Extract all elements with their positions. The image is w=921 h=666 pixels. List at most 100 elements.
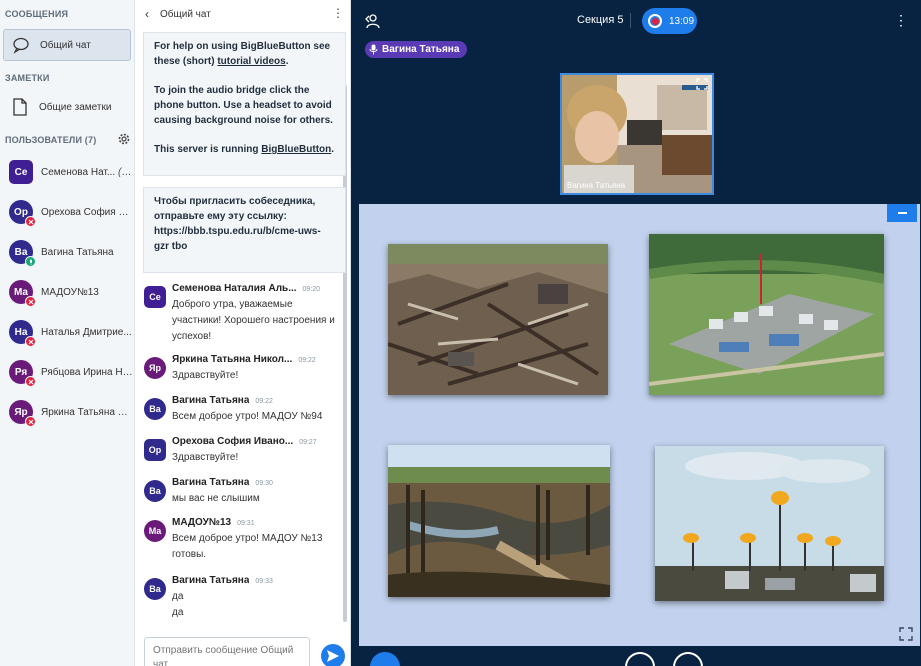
shared-notes-label: Общие заметки [39, 101, 112, 113]
message-text: мы вас не слышим [172, 493, 260, 504]
fullscreen-icon[interactable] [899, 627, 913, 641]
user-name: Орехова София И... [41, 207, 133, 218]
more-options-icon[interactable]: ⋮ [894, 11, 908, 29]
avatar: На [9, 320, 36, 347]
muted-microphone-icon [25, 336, 36, 347]
user-list-panel: СООБЩЕНИЯ Общий чат ЗАМЕТКИ Общие заметк… [0, 0, 135, 666]
chat-message: Ва Вагина Татьяна 09:30 мы вас не слышим [144, 477, 340, 511]
help-text-end: . [285, 56, 289, 67]
server-text: This server is running [154, 144, 262, 155]
toggle-userlist-icon[interactable] [364, 13, 380, 29]
slide-image-trash [388, 244, 608, 395]
avatar-initials: На [14, 326, 28, 338]
user-list-item[interactable]: Яр Яркина Татьяна Ш... [0, 397, 135, 427]
avatar: Яр [9, 400, 36, 427]
muted-microphone-icon [25, 416, 36, 427]
message-header: Вагина Татьяна 09:22 [172, 395, 273, 406]
recording-time: 13:09 [669, 15, 695, 27]
more-options-icon[interactable]: ⋮ [332, 6, 344, 20]
webcam-video[interactable]: Вагина Татьяна [560, 73, 714, 195]
avatar: Ма [9, 280, 36, 307]
chat-icon [10, 34, 32, 56]
talking-indicator[interactable]: Вагина Татьяна [365, 41, 468, 58]
user-list-item[interactable]: Ва Вагина Татьяна [0, 237, 135, 267]
message-header: Вагина Татьяна 09:30 [172, 477, 273, 488]
user-name: Яркина Татьяна Ш... [41, 407, 133, 418]
minus-icon [897, 212, 907, 214]
user-list-item[interactable]: Ма МАДОУ№13 [0, 277, 135, 307]
tutorial-videos-link[interactable]: tutorial videos [217, 56, 285, 67]
chat-message: Ва Вагина Татьяна 09:22 Всем доброе утро! М… [144, 395, 340, 429]
public-chat-item[interactable]: Общий чат [3, 29, 131, 61]
avatar-initials: Ва [14, 246, 28, 258]
talker-name: Вагина Татьяна [382, 44, 460, 55]
user-name-text: Наталья Дмитрие... [41, 326, 132, 338]
message-input[interactable] [144, 637, 310, 666]
chat-panel: ‹ Общий чат ⋮ For help on using BigBlueB… [135, 0, 351, 666]
shared-notes-item[interactable]: Общие заметки [3, 91, 131, 123]
message-author: Орехова София Ивано... [172, 436, 294, 447]
avatar-initials: Ма [13, 286, 28, 298]
microphone-icon [369, 44, 378, 55]
user-name: Семенова Нат... (Вы) [41, 167, 133, 178]
message-author: Вагина Татьяна [172, 575, 250, 586]
user-name: Вагина Татьяна [41, 247, 133, 258]
send-button[interactable] [321, 644, 345, 666]
muted-microphone-icon [25, 376, 36, 387]
user-list-item[interactable]: Ря Рябцова Ирина Ни... [0, 357, 135, 387]
microphone-button[interactable] [625, 652, 655, 666]
muted-microphone-icon [25, 216, 36, 227]
message-author: Семенова Наталия Аль... [172, 283, 297, 294]
users-section-title: ПОЛЬЗОВАТЕЛИ (7) [5, 135, 97, 145]
minimize-presentation-button[interactable] [887, 204, 917, 222]
header-divider [630, 13, 631, 28]
recording-button[interactable]: 13:09 [642, 8, 697, 34]
avatar-initials: Ор [14, 206, 28, 218]
avatar: Ор [9, 200, 36, 227]
user-list-item[interactable]: Се Семенова Нат... (Вы) [0, 157, 135, 187]
webcam-user-name: Вагина Татьяна [567, 181, 626, 190]
chevron-left-icon[interactable]: ‹ [145, 7, 157, 21]
message-text: Всем доброе утро! МАДОУ №94 [172, 411, 323, 422]
invite-text: Чтобы пригласить собеседника, отправьте … [154, 196, 321, 252]
record-icon [648, 14, 662, 28]
user-name-text: Рябцова Ирина Ни... [41, 366, 133, 378]
user-name-text: Семенова Нат... [41, 166, 116, 178]
message-header: Семенова Наталия Аль... 09:20 [172, 283, 320, 294]
slide-image-oilfield [649, 234, 884, 395]
gear-icon[interactable] [117, 132, 131, 146]
chat-message: Ор Орехова София Ивано... 09:27 Здравствуйт… [144, 436, 340, 470]
user-name: Наталья Дмитрие... [41, 327, 133, 338]
avatar: Ва [9, 240, 36, 267]
presentation-slide[interactable] [359, 204, 920, 646]
welcome-message: For help on using BigBlueButton see thes… [143, 32, 346, 176]
message-time: 09:31 [237, 520, 255, 527]
message-text: Всем доброе утро! МАДОУ №13 готовы. [172, 533, 323, 560]
message-text: Здравствуйте! [172, 370, 239, 381]
microphone-icon [25, 256, 36, 267]
avatar: Се [9, 160, 33, 184]
public-chat-label: Общий чат [40, 39, 91, 51]
message-author: Вагина Татьяна [172, 477, 250, 488]
user-list-item[interactable]: На Наталья Дмитрие... [0, 317, 135, 347]
message-header: Яркина Татьяна Никол... 09:22 [172, 354, 316, 365]
actions-button[interactable] [370, 652, 400, 666]
expand-icon[interactable] [696, 78, 708, 90]
user-list-item[interactable]: Ор Орехова София И... [0, 197, 135, 227]
user-name: Рябцова Ирина Ни... [41, 367, 133, 378]
avatar-initials: Яр [14, 406, 28, 418]
message-author: Вагина Татьяна [172, 395, 250, 406]
chat-title: Общий чат [160, 8, 211, 20]
audio-info: To join the audio bridge click the phone… [154, 85, 333, 126]
message-author: Яркина Татьяна Никол... [172, 354, 293, 365]
message-time: 09:22 [298, 357, 316, 364]
audio-button[interactable] [673, 652, 703, 666]
chat-message: Се Семенова Наталия Аль... 09:20 Доброго ут… [144, 283, 340, 347]
bigbluebutton-link[interactable]: BigBlueButton [261, 144, 331, 155]
user-name-text: Орехова София И... [41, 206, 133, 218]
message-time: 09:33 [255, 578, 273, 585]
message-text: Доброго утра, уважаемые участники! Хорош… [172, 299, 335, 342]
note-icon [9, 96, 31, 118]
slide-image-flares [655, 446, 884, 601]
message-time: 09:20 [302, 286, 321, 293]
